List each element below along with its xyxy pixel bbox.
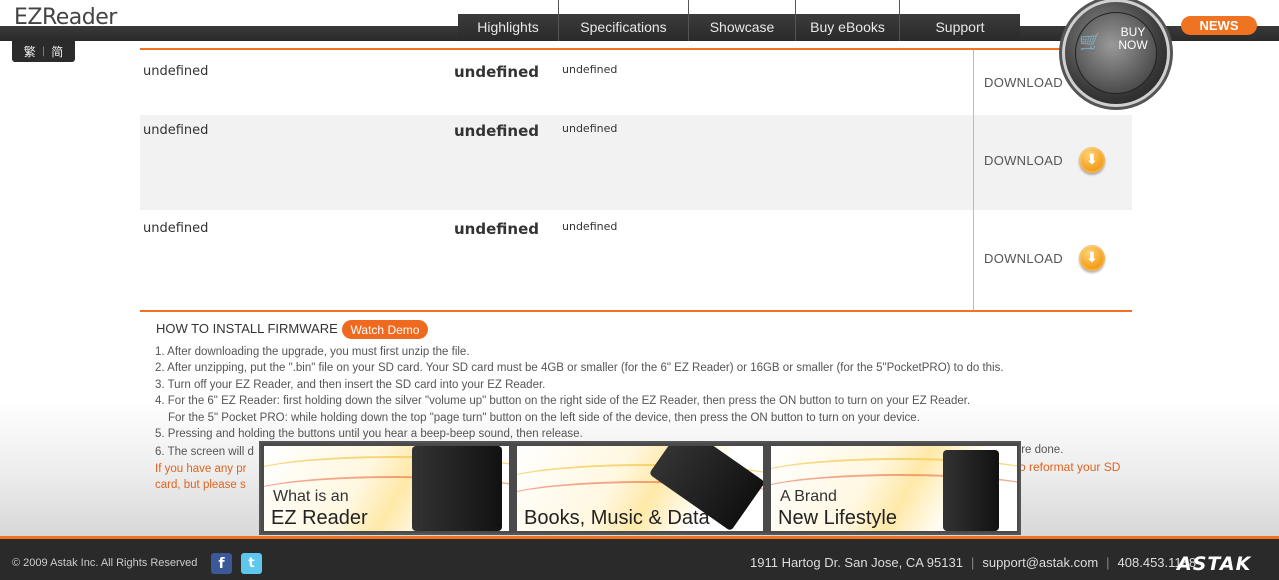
step-3: 3. Turn off your EZ Reader, and then ins…	[155, 378, 546, 391]
main-nav: Highlights Specifications Showcase Buy e…	[458, 0, 1020, 41]
note-tail: o reformat your SD	[1019, 460, 1121, 474]
row-col2: undefined	[454, 220, 539, 238]
copyright: © 2009 Astak Inc. All Rights Reserved	[12, 557, 198, 569]
cart-icon: 🛒	[1079, 32, 1102, 53]
download-arrow-icon[interactable]: ⬇	[1079, 147, 1105, 173]
banner-what-is[interactable]: What is an EZ Reader	[264, 446, 509, 531]
buy-now-label: BUY NOW	[1113, 26, 1153, 52]
banner-lifestyle[interactable]: A Brand New Lifestyle	[771, 446, 1017, 531]
promo-banners: What is an EZ Reader Books, Music & Data…	[259, 441, 1021, 535]
footer: © 2009 Astak Inc. All Rights Reserved f …	[0, 536, 1279, 580]
nav-buy-ebooks[interactable]: Buy eBooks	[796, 0, 900, 41]
step-5: 5. Pressing and holding the buttons unti…	[155, 428, 583, 441]
nav-support[interactable]: Support	[900, 0, 1020, 41]
logo[interactable]: EZReader	[14, 5, 117, 30]
buy-now-button[interactable]: 🛒 BUY NOW	[1065, 2, 1167, 104]
row-col1: undefined	[143, 123, 209, 138]
banner-books-music[interactable]: Books, Music & Data	[517, 446, 763, 531]
device-image	[943, 450, 999, 531]
row-col2: undefined	[454, 63, 539, 81]
row-col3: undefined	[562, 63, 618, 76]
news-button[interactable]: NEWS	[1181, 16, 1257, 35]
banner-small-text: A Brand	[780, 488, 837, 505]
astak-logo[interactable]: ASTAK	[1177, 553, 1251, 575]
step-6-tail: 're done.	[1019, 444, 1064, 456]
nav-specifications[interactable]: Specifications	[559, 0, 689, 41]
step-4-pocket: For the 5" Pocket PRO: while holding dow…	[168, 411, 920, 424]
row-col1: undefined	[143, 221, 209, 236]
download-link[interactable]: DOWNLOAD	[984, 75, 1063, 90]
lang-simplified[interactable]: 简	[51, 43, 63, 60]
row-col3: undefined	[562, 122, 618, 135]
lang-traditional[interactable]: 繁	[24, 43, 36, 60]
row-col3: undefined	[562, 220, 618, 233]
row-col2: undefined	[454, 122, 539, 140]
download-link[interactable]: DOWNLOAD	[984, 251, 1063, 266]
step-4: 4. For the 6" EZ Reader: first holding d…	[155, 395, 971, 408]
watch-demo-button[interactable]: Watch Demo	[342, 320, 428, 339]
banner-big-text: Books, Music & Data	[524, 507, 710, 529]
nav-showcase[interactable]: Showcase	[689, 0, 796, 41]
device-image	[412, 446, 502, 531]
separator: |	[1106, 555, 1110, 570]
contact-info: 1911 Hartog Dr. San Jose, CA 95131 | suppo…	[750, 555, 1196, 570]
banner-small-text: What is an	[273, 488, 349, 505]
download-link[interactable]: DOWNLOAD	[984, 153, 1063, 168]
step-1: 1. After downloading the upgrade, you mu…	[155, 346, 470, 358]
address: 1911 Hartog Dr. San Jose, CA 95131	[750, 555, 963, 570]
table-bottom-rule	[140, 310, 1132, 312]
nav-highlights[interactable]: Highlights	[458, 0, 559, 41]
step-2: 2. After unzipping, put the ".bin" file …	[155, 362, 1004, 375]
row-col1: undefined	[143, 64, 209, 79]
lang-separator: |	[41, 46, 46, 57]
download-arrow-icon[interactable]: ⬇	[1079, 245, 1105, 271]
buy-now-line2: NOW	[1118, 38, 1148, 52]
column-divider	[973, 50, 974, 310]
banner-big-text: New Lifestyle	[778, 507, 897, 529]
email-link[interactable]: support@astak.com	[982, 555, 1098, 570]
separator: |	[970, 555, 975, 570]
facebook-icon[interactable]: f	[211, 553, 232, 574]
install-title: HOW TO INSTALL FIRMWARE	[156, 321, 338, 336]
language-switch: 繁 | 简	[12, 41, 75, 62]
twitter-icon[interactable]: t	[241, 553, 262, 574]
banner-big-text: EZ Reader	[271, 507, 368, 529]
